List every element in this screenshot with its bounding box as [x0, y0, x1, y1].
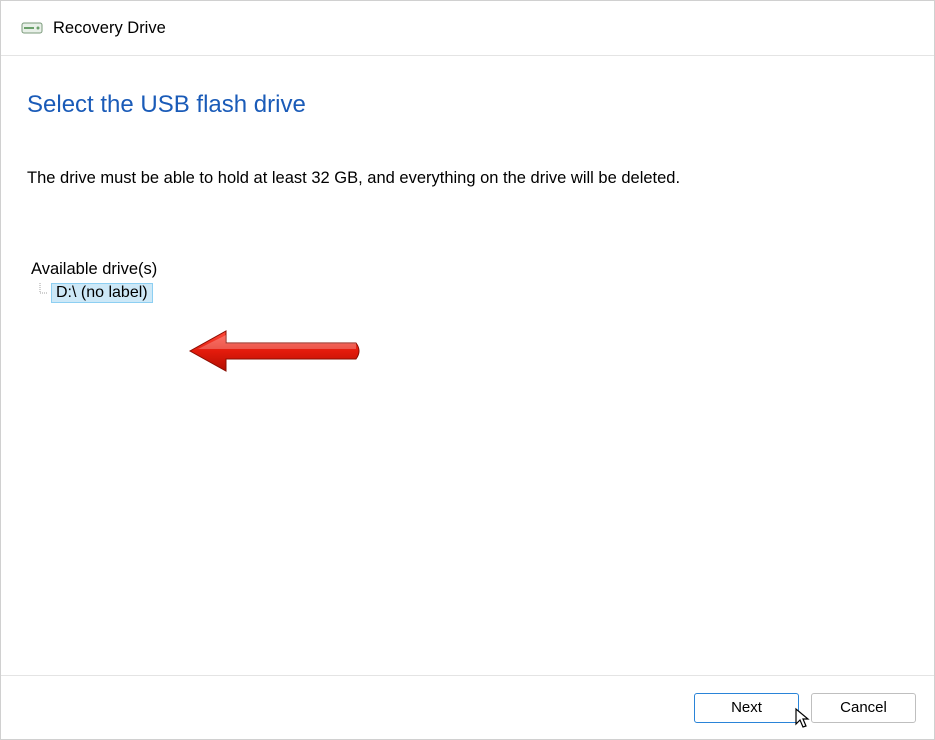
next-button[interactable]: Next [694, 693, 799, 723]
drive-tree: D:\ (no label) [37, 283, 908, 303]
drive-icon [21, 21, 43, 35]
dialog-footer: Next Cancel [1, 675, 934, 739]
drive-tree-item[interactable]: D:\ (no label) [37, 283, 908, 303]
drive-item-selected[interactable]: D:\ (no label) [51, 283, 153, 303]
instruction-text: The drive must be able to hold at least … [27, 167, 908, 190]
tree-connector-icon [37, 283, 49, 303]
page-heading: Select the USB flash drive [27, 91, 908, 119]
annotation-arrow-icon [186, 329, 366, 377]
recovery-drive-wizard: Recovery Drive Select the USB flash driv… [0, 0, 935, 740]
available-drives-label: Available drive(s) [31, 260, 908, 279]
content-area: Select the USB flash drive The drive mus… [1, 56, 934, 675]
window-title: Recovery Drive [53, 19, 166, 38]
cancel-button[interactable]: Cancel [811, 693, 916, 723]
titlebar: Recovery Drive [1, 1, 934, 56]
